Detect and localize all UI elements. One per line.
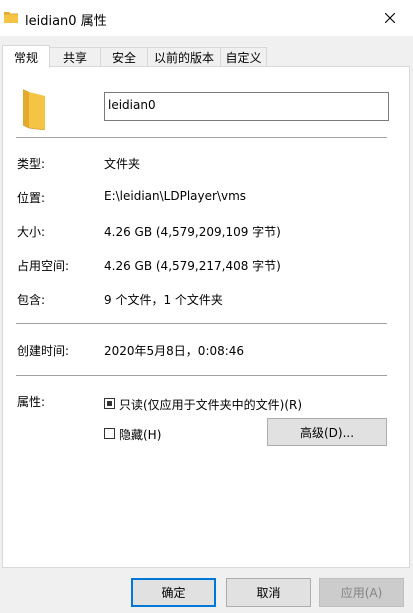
tab-label: 自定义 [225, 51, 262, 65]
advanced-button-label: 高级(D)... [299, 425, 355, 440]
apply-button[interactable]: 应用(A) [319, 578, 404, 607]
close-icon [385, 13, 395, 23]
tab-previous-versions[interactable]: 以前的版本 [147, 47, 221, 67]
tab-general[interactable]: 常规 [2, 45, 50, 68]
tab-label: 以前的版本 [153, 51, 214, 65]
readonly-label[interactable]: 只读(仅应用于文件夹中的文件)(R) [119, 396, 302, 413]
hidden-checkbox[interactable] [104, 428, 115, 439]
tab-label: 安全 [111, 51, 136, 65]
ok-button-label: 确定 [161, 586, 186, 600]
separator [16, 375, 387, 376]
size-on-disk-label: 占用空间: [17, 259, 70, 273]
folder-icon [22, 89, 46, 130]
separator [16, 137, 387, 138]
location-value: E:\leidian\LDPlayer\vms [104, 189, 247, 203]
cancel-button-label: 取消 [256, 586, 281, 600]
created-value: 2020年5月8日，0:08:46 [104, 344, 245, 358]
readonly-checkbox[interactable] [104, 398, 115, 409]
folder-icon [4, 12, 18, 23]
created-label: 创建时间: [17, 344, 70, 358]
advanced-button[interactable]: 高级(D)... [267, 418, 387, 446]
tab-security[interactable]: 安全 [100, 47, 148, 67]
type-value: 文件夹 [104, 157, 141, 171]
window-title: leidian0 属性 [25, 14, 107, 29]
close-button[interactable] [367, 0, 413, 36]
contains-label: 包含: [17, 293, 46, 307]
apply-button-label: 应用(A) [340, 586, 383, 600]
hidden-label[interactable]: 隐藏(H) [119, 426, 161, 443]
contains-value: 9 个文件，1 个文件夹 [104, 293, 223, 307]
attributes-label: 属性: [17, 395, 46, 409]
general-panel [2, 66, 410, 568]
cancel-button[interactable]: 取消 [226, 578, 311, 607]
tab-label: 共享 [62, 51, 87, 65]
size-label: 大小: [17, 225, 46, 239]
title-bar: leidian0 属性 [0, 0, 413, 36]
type-label: 类型: [17, 157, 46, 171]
folder-name-input[interactable]: leidian0 [104, 92, 389, 121]
ok-button[interactable]: 确定 [131, 578, 216, 607]
separator [16, 323, 387, 324]
size-on-disk-value: 4.26 GB (4,579,217,408 字节) [104, 259, 281, 273]
tab-label: 常规 [13, 50, 38, 65]
tab-customize[interactable]: 自定义 [220, 47, 267, 67]
location-label: 位置: [17, 191, 46, 205]
tab-sharing[interactable]: 共享 [49, 47, 101, 67]
size-value: 4.26 GB (4,579,209,109 字节) [104, 225, 281, 239]
